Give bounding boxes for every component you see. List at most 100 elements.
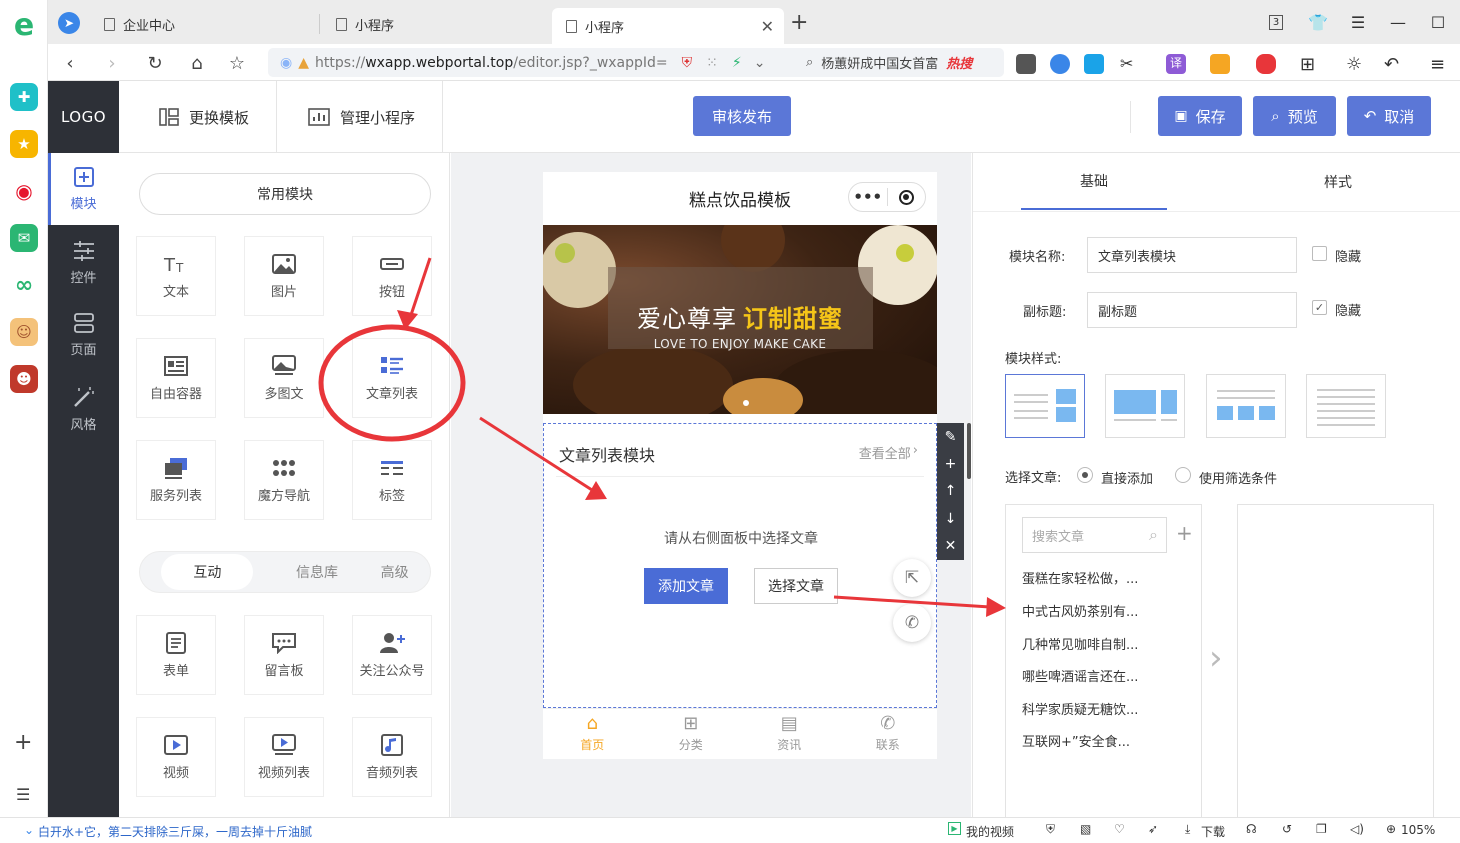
module-message-board[interactable]: 留言板 bbox=[244, 615, 324, 695]
more-dots-icon[interactable]: ••• bbox=[849, 188, 887, 206]
headset-icon[interactable]: ☊ bbox=[1246, 822, 1257, 836]
list-item[interactable]: 几种常见咖啡自制... bbox=[1022, 634, 1138, 653]
module-cube-nav[interactable]: 魔方导航 bbox=[244, 440, 324, 520]
style-option-3[interactable] bbox=[1206, 374, 1286, 438]
zoom-icon[interactable]: ⊕ bbox=[1386, 822, 1396, 836]
window-icon[interactable]: ❐ bbox=[1316, 822, 1327, 836]
manage-app-button[interactable]: 管理小程序 bbox=[308, 81, 415, 153]
chevron-down-icon[interactable]: ⌄ bbox=[754, 55, 766, 71]
browser-menu-icon[interactable]: ≡ bbox=[1430, 54, 1450, 75]
sidebar-item-modules[interactable]: 模块 bbox=[48, 153, 119, 225]
article-search-input[interactable]: 搜索文章 ⌕ bbox=[1022, 517, 1167, 553]
tab-basic[interactable]: 基础 bbox=[1021, 153, 1167, 210]
favorites-star-icon[interactable]: ★ bbox=[10, 130, 38, 158]
download-label[interactable]: 下载 bbox=[1201, 823, 1225, 840]
home-icon[interactable]: ⌂ bbox=[185, 51, 209, 75]
browser-tab-active[interactable]: 小程序 ✕ bbox=[552, 8, 784, 44]
add-app-icon[interactable]: + bbox=[14, 730, 32, 755]
plus-app-icon[interactable]: ✚ bbox=[10, 83, 38, 111]
radio-use-filter[interactable] bbox=[1175, 467, 1191, 483]
select-article-button[interactable]: 选择文章 bbox=[754, 568, 838, 604]
style-option-2[interactable] bbox=[1105, 374, 1185, 438]
browser-tab[interactable]: 企业中心 bbox=[90, 14, 320, 34]
volume-icon[interactable]: ◁) bbox=[1350, 822, 1364, 836]
delete-module-icon[interactable]: ✕ bbox=[945, 538, 957, 554]
back-icon[interactable]: ‹ bbox=[58, 51, 82, 75]
tab-category[interactable]: ⊞ 分类 bbox=[642, 709, 741, 759]
send-icon[interactable]: ➤ bbox=[58, 12, 80, 34]
module-button[interactable]: 按钮 bbox=[352, 236, 432, 316]
style-option-4[interactable] bbox=[1306, 374, 1386, 438]
image-icon[interactable]: ▧ bbox=[1080, 822, 1091, 836]
browser-tab[interactable]: 小程序 bbox=[322, 14, 552, 34]
sync-icon[interactable]: ↺ bbox=[1282, 822, 1292, 836]
module-follow-account[interactable]: 关注公众号 bbox=[352, 615, 432, 695]
capsule-menu[interactable]: ••• bbox=[848, 182, 926, 212]
hide-subtitle-checkbox[interactable]: ✓ bbox=[1312, 300, 1327, 315]
weibo-icon[interactable]: ◉ bbox=[10, 177, 38, 205]
tab-style[interactable]: 样式 bbox=[1265, 153, 1411, 210]
heart-icon[interactable]: ♡ bbox=[1114, 822, 1125, 836]
close-tab-icon[interactable]: ✕ bbox=[761, 17, 774, 36]
tab-home[interactable]: ⌂ 首页 bbox=[543, 709, 642, 759]
new-tab-icon[interactable]: + bbox=[790, 10, 808, 35]
module-service-list[interactable]: 服务列表 bbox=[136, 440, 216, 520]
publish-button[interactable]: 审核发布 bbox=[693, 96, 791, 136]
minimize-icon[interactable]: — bbox=[1388, 12, 1408, 32]
minus-ext-icon[interactable] bbox=[1050, 54, 1070, 74]
cancel-button[interactable]: ↶ 取消 bbox=[1347, 96, 1431, 136]
bookmark-star-icon[interactable]: ☆ bbox=[225, 51, 249, 75]
add-article-icon[interactable]: + bbox=[1176, 521, 1193, 545]
download-icon[interactable]: ⤓ bbox=[1185, 822, 1190, 837]
style-option-1[interactable] bbox=[1005, 374, 1085, 438]
article-list-module[interactable]: 文章列表模块 查看全部 › 请从右侧面板中选择文章 添加文章 选择文章 bbox=[543, 423, 937, 708]
search-bar[interactable]: ⌕ 杨蕙妍成中国女首富 热搜 bbox=[796, 48, 1004, 77]
carousel-dot[interactable] bbox=[743, 400, 749, 406]
scissors-icon[interactable]: ✂ bbox=[1120, 54, 1140, 74]
module-form[interactable]: 表单 bbox=[136, 615, 216, 695]
save-button[interactable]: ▣ 保存 bbox=[1158, 96, 1242, 136]
tab-advanced[interactable]: 高级 bbox=[381, 562, 409, 582]
browser-logo-icon[interactable]: e bbox=[10, 11, 38, 41]
module-audio-list[interactable]: 音频列表 bbox=[352, 717, 432, 797]
undo-icon[interactable]: ↶ bbox=[1384, 54, 1404, 75]
shield-icon[interactable]: ⛨ bbox=[1046, 822, 1055, 837]
edit-pencil-icon[interactable]: ✎ bbox=[945, 429, 957, 445]
module-text[interactable]: TT 文本 bbox=[136, 236, 216, 316]
add-module-icon[interactable]: + bbox=[945, 456, 957, 472]
banner-image[interactable]: 爱心尊享 订制甜蜜 LOVE TO ENJOY MAKE CAKE bbox=[543, 225, 937, 414]
shield-icon[interactable]: ⛨ bbox=[682, 55, 693, 71]
grid-icon[interactable]: ⁙ bbox=[706, 55, 718, 71]
canvas-scrollbar[interactable] bbox=[967, 423, 971, 479]
sidebar-item-pages[interactable]: 页面 bbox=[48, 299, 119, 371]
gamepad-icon[interactable] bbox=[1256, 54, 1276, 74]
reader-ext-icon[interactable] bbox=[1016, 54, 1036, 74]
hide-name-checkbox[interactable] bbox=[1312, 246, 1327, 261]
tab-contact[interactable]: ✆ 联系 bbox=[839, 709, 938, 759]
sidebar-item-controls[interactable]: 控件 bbox=[48, 227, 119, 299]
phone-float-button[interactable]: ✆ bbox=[893, 604, 931, 642]
translate-ext-icon[interactable]: 译 bbox=[1166, 54, 1186, 74]
sidebar-item-style[interactable]: 风格 bbox=[48, 373, 119, 445]
view-all-link[interactable]: 查看全部 › bbox=[859, 443, 918, 462]
link-app-icon[interactable]: ∞ bbox=[10, 271, 38, 299]
module-tags[interactable]: 标签 bbox=[352, 440, 432, 520]
triangle-ext-icon[interactable] bbox=[1084, 54, 1104, 74]
preview-button[interactable]: ⌕ 预览 bbox=[1253, 96, 1336, 136]
speed-icon[interactable]: ⚡ bbox=[732, 55, 742, 71]
rocket-icon[interactable]: ➶ bbox=[1148, 822, 1158, 836]
news-ticker[interactable]: 白开水+它，第二天排除三斤屎，一周去掉十斤油腻 bbox=[38, 823, 312, 840]
forward-icon[interactable]: › bbox=[100, 51, 124, 75]
mail-icon[interactable]: ✉ bbox=[10, 224, 38, 252]
tab-interactive[interactable]: 互动 bbox=[161, 554, 254, 590]
subtitle-input[interactable]: 副标题 bbox=[1087, 292, 1297, 328]
module-multi-image-text[interactable]: 多图文 bbox=[244, 338, 324, 418]
change-template-button[interactable]: 更换模板 bbox=[159, 81, 249, 153]
chevron-down-icon[interactable]: ⌄ bbox=[24, 823, 34, 837]
module-image[interactable]: 图片 bbox=[244, 236, 324, 316]
module-article-list[interactable]: 文章列表 bbox=[352, 338, 432, 418]
list-item[interactable]: 科学家质疑无糖饮... bbox=[1022, 699, 1138, 718]
module-video-list[interactable]: 视频列表 bbox=[244, 717, 324, 797]
tab-info-library[interactable]: 信息库 bbox=[296, 562, 338, 582]
record-icon[interactable] bbox=[887, 189, 925, 205]
